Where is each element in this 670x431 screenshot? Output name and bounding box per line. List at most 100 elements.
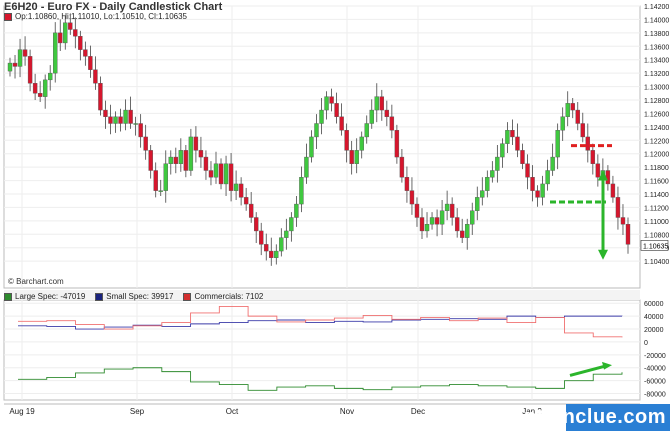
candle-body xyxy=(439,210,445,225)
candle-body xyxy=(334,103,339,117)
price-y-tick-label: 1.13400 xyxy=(644,58,669,65)
candle-body xyxy=(208,170,214,178)
candle-body xyxy=(485,177,490,191)
cot-y-tick-label: -20000 xyxy=(644,353,666,360)
candle-body xyxy=(284,230,289,238)
candle-body xyxy=(560,116,565,131)
candle-body xyxy=(625,224,631,245)
candle-body xyxy=(515,136,520,151)
candle-body xyxy=(610,183,616,198)
candle-body xyxy=(475,197,480,211)
candle-body xyxy=(289,217,294,232)
price-y-tick-label: 1.13000 xyxy=(644,85,669,92)
candle-body xyxy=(404,177,410,191)
candle-body xyxy=(495,156,500,171)
candle-body xyxy=(203,156,209,171)
candle-body xyxy=(530,177,535,191)
candle-body xyxy=(108,116,113,124)
candle-body xyxy=(465,224,470,238)
candle-body xyxy=(480,190,485,198)
candle-body xyxy=(414,203,420,218)
candle-body xyxy=(615,197,621,218)
candle-body xyxy=(133,123,138,125)
candle-body xyxy=(419,217,425,232)
cot-panel-frame xyxy=(3,299,641,401)
candle-body xyxy=(364,123,369,138)
candle-body xyxy=(42,79,48,97)
candle-body xyxy=(58,32,63,44)
cot-legend: Large Spec: -47019 Small Spec: 39917 Com… xyxy=(4,292,263,301)
candle-body xyxy=(32,83,38,94)
price-y-tick-label: 1.13600 xyxy=(644,44,669,51)
candle-body xyxy=(27,56,33,84)
candle-body xyxy=(429,217,435,225)
candle-body xyxy=(329,96,334,104)
cot-y-tick-label: 60000 xyxy=(644,301,664,308)
candle-body xyxy=(83,49,88,57)
price-y-tick-label: 1.11400 xyxy=(644,192,669,199)
candle-body xyxy=(138,123,143,138)
legend-small-spec: Small Spec: 39917 xyxy=(95,292,173,301)
candle-body xyxy=(344,130,349,151)
cot-y-tick-label: -80000 xyxy=(644,392,666,399)
candle-body xyxy=(128,109,133,124)
legend-large-spec: Large Spec: -47019 xyxy=(4,292,85,301)
candle-body xyxy=(540,183,545,198)
candle-body xyxy=(259,230,264,245)
candle-body xyxy=(595,163,601,178)
candle-body xyxy=(279,237,284,252)
candle-body xyxy=(223,163,229,185)
candle-body xyxy=(103,109,108,117)
candle-body xyxy=(309,136,314,158)
candle-body xyxy=(349,150,354,164)
candle-body xyxy=(520,150,525,164)
candle-body xyxy=(454,217,460,232)
candle-body xyxy=(434,217,440,225)
candle-body xyxy=(339,116,344,131)
watermark-text: optionclue.com xyxy=(511,406,666,428)
candle-body xyxy=(78,36,83,50)
candle-body xyxy=(449,203,455,218)
candle-body xyxy=(379,96,385,111)
candle-body xyxy=(113,116,118,124)
candle-body xyxy=(168,156,173,164)
candle-body xyxy=(394,130,400,158)
price-y-tick-label: 1.10800 xyxy=(644,232,669,239)
candle-body xyxy=(143,136,148,151)
price-y-tick-label: 1.12400 xyxy=(644,125,669,132)
price-y-tick-label: 1.11200 xyxy=(644,205,669,212)
price-y-tick-label: 1.12200 xyxy=(644,138,669,145)
last-price-label: 1.10635 xyxy=(643,243,668,250)
candle-body xyxy=(550,156,555,171)
candle-body xyxy=(173,156,179,164)
candle-body xyxy=(7,62,13,72)
candle-body xyxy=(490,170,495,178)
legend-commercials: Commercials: 7102 xyxy=(183,292,263,301)
commercials-swatch xyxy=(183,292,192,301)
candle-body xyxy=(525,163,530,178)
candle-body xyxy=(424,224,430,232)
candle-body xyxy=(399,156,405,178)
candle-body xyxy=(198,150,204,158)
candle-body xyxy=(238,183,244,198)
large-spec-swatch xyxy=(4,292,12,301)
candle-body xyxy=(93,69,98,84)
barchart-credit: © Barchart.com xyxy=(8,277,64,286)
candle-body xyxy=(12,62,18,67)
candle-body xyxy=(575,109,580,124)
candle-body xyxy=(153,170,158,191)
price-y-tick-label: 1.13200 xyxy=(644,71,669,78)
candle-body xyxy=(183,150,189,171)
candle-body xyxy=(88,56,93,70)
candle-body xyxy=(470,210,475,225)
candle-body xyxy=(505,130,510,144)
legend-large-spec-label: Large Spec: -47019 xyxy=(15,292,86,301)
candle-body xyxy=(248,203,254,218)
candle-body xyxy=(354,150,359,164)
candle-body xyxy=(545,170,550,185)
candle-body xyxy=(118,116,123,124)
candle-body xyxy=(314,123,319,138)
candle-body xyxy=(585,136,591,151)
candle-body xyxy=(228,163,234,191)
candle-body xyxy=(580,123,585,138)
